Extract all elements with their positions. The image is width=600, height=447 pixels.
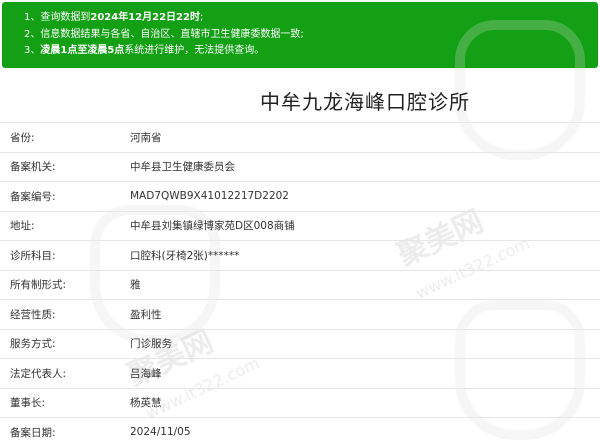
row-label: 诊所科目: xyxy=(10,249,56,262)
row-label: 服务方式: xyxy=(10,338,56,351)
table-row: 省份: 河南省 xyxy=(0,122,600,152)
table-row: 备案编号: MAD7QWB9X41012217D2202 xyxy=(0,181,600,211)
notice-banner: 1、查询数据到2024年12月22日22时; 2、信息数据结果与各省、自治区、直… xyxy=(2,2,598,68)
table-row: 经营性质: 盈利性 xyxy=(0,299,600,329)
row-value: 河南省 xyxy=(130,131,162,144)
row-label: 地址: xyxy=(10,220,35,233)
row-value: MAD7QWB9X41012217D2202 xyxy=(130,190,289,203)
row-value: 口腔科(牙椅2张)****** xyxy=(130,249,240,262)
table-row: 所有制形式: 雅 xyxy=(0,269,600,300)
row-label: 经营性质: xyxy=(10,308,56,321)
table-row: 备案日期: 2024/11/05 xyxy=(0,417,600,447)
notice-line-2: 2、信息数据结果与各省、自治区、直辖市卫生健康委数据一致; xyxy=(24,28,304,40)
row-value: 2024/11/05 xyxy=(130,426,191,439)
row-value: 中牟县刘集镇绿博家苑D区008商铺 xyxy=(130,220,295,233)
row-value: 盈利性 xyxy=(130,308,162,321)
row-label: 所有制形式: xyxy=(10,279,67,292)
row-label: 法定代表人: xyxy=(10,367,67,380)
row-value: 中牟县卫生健康委员会 xyxy=(130,161,235,174)
row-value: 雅 xyxy=(130,279,141,292)
table-row: 法定代表人: 吕海峰 xyxy=(0,358,600,388)
info-table: 省份: 河南省 备案机关: 中牟县卫生健康委员会 备案编号: MAD7QWB9X410… xyxy=(0,122,600,447)
notice-line-1: 1、查询数据到2024年12月22日22时; xyxy=(24,12,204,23)
row-label: 备案编号: xyxy=(10,190,56,203)
row-value: 门诊服务 xyxy=(130,338,172,351)
row-label: 备案日期: xyxy=(10,426,56,439)
table-row: 董事长: 杨英慧 xyxy=(0,387,600,418)
row-label: 董事长: xyxy=(10,397,46,410)
row-label: 省份: xyxy=(10,131,35,144)
row-value: 吕海峰 xyxy=(130,367,162,380)
table-row: 地址: 中牟县刘集镇绿博家苑D区008商铺 xyxy=(0,210,600,241)
notice-line-3: 3、凌晨1点至凌晨5点系统进行维护，无法提供查询。 xyxy=(24,45,265,56)
table-row: 服务方式: 门诊服务 xyxy=(0,328,600,359)
row-value: 杨英慧 xyxy=(130,397,162,410)
page-title: 中牟九龙海峰口腔诊所 xyxy=(260,90,470,114)
row-label: 备案机关: xyxy=(10,161,56,174)
table-row: 备案机关: 中牟县卫生健康委员会 xyxy=(0,151,600,182)
table-row: 诊所科目: 口腔科(牙椅2张)****** xyxy=(0,240,600,270)
